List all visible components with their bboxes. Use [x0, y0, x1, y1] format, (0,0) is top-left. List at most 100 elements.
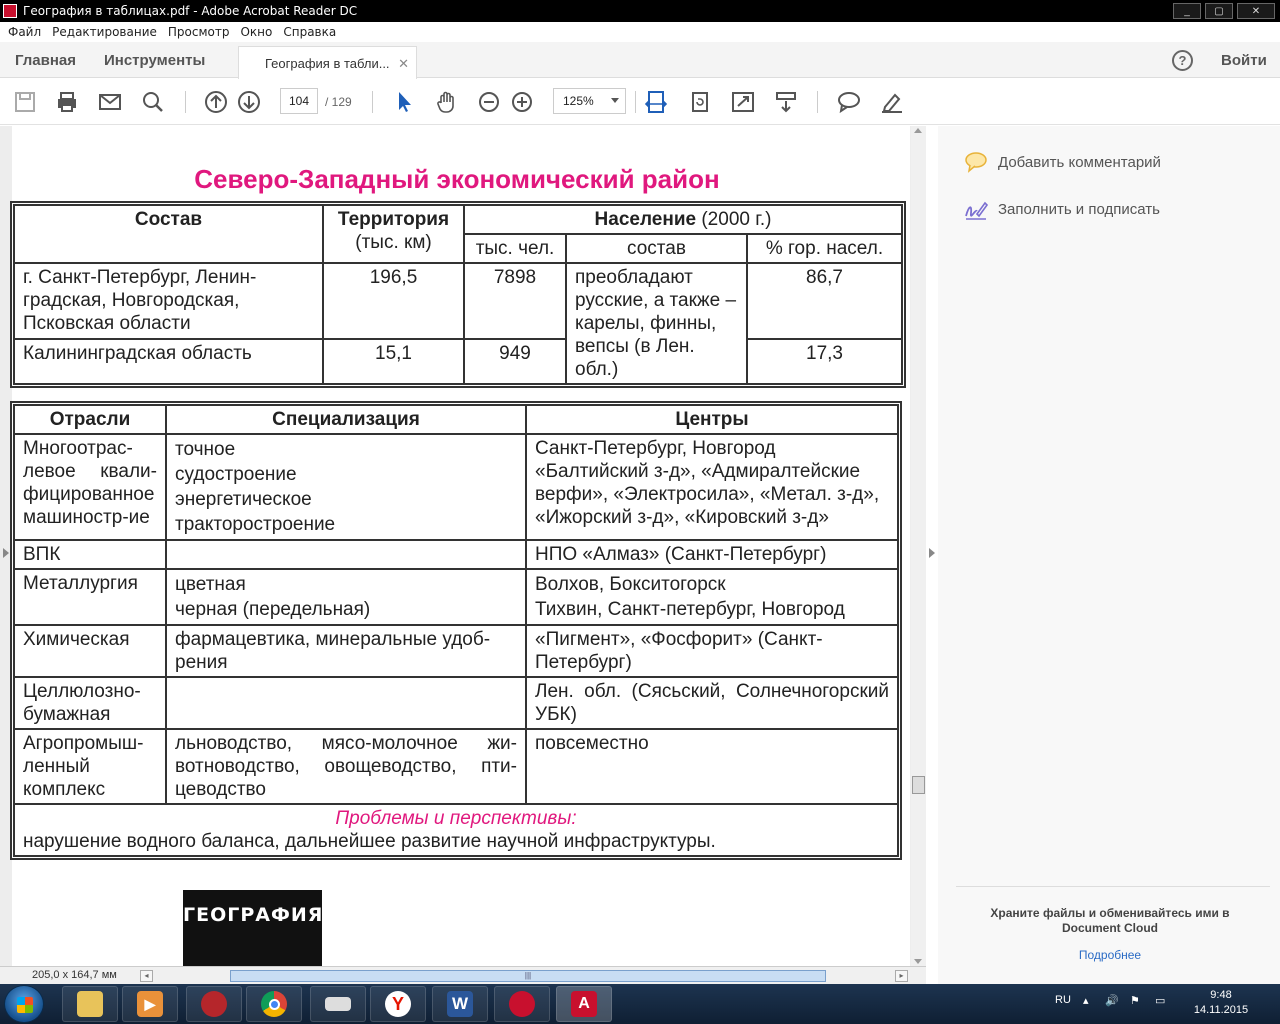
login-button[interactable]: Войти: [1221, 52, 1267, 69]
system-clock[interactable]: 9:48 14.11.2015: [1186, 988, 1256, 1018]
clock-date: 14.11.2015: [1193, 1004, 1249, 1016]
cell-branch: Многоотрас-левое квали-фицированное маши…: [13, 433, 167, 541]
cell-branch: Агропромыш-ленный комплекс: [13, 728, 167, 805]
recorder-icon: [509, 991, 535, 1017]
scanner-icon: [325, 997, 351, 1011]
pdf-file-icon: [3, 4, 17, 18]
menu-help[interactable]: Справка: [283, 25, 336, 39]
word-icon: W: [447, 991, 473, 1017]
taskbar-yandex[interactable]: Y: [370, 986, 426, 1022]
page-dimensions: 205,0 x 164,7 мм: [32, 969, 117, 981]
right-pane-toggle-icon[interactable]: [929, 548, 935, 558]
search-icon[interactable]: [141, 90, 165, 114]
minimize-button[interactable]: _: [1173, 3, 1201, 19]
taskbar-chrome[interactable]: [246, 986, 302, 1022]
th-urban-share: % гор. насел.: [746, 233, 903, 264]
select-cursor-icon[interactable]: [392, 90, 416, 114]
comment-icon[interactable]: [837, 90, 861, 114]
horizontal-scroll-thumb[interactable]: |||: [230, 970, 826, 982]
scroll-right-icon[interactable]: ▸: [895, 970, 908, 982]
zoom-in-icon[interactable]: [510, 90, 534, 114]
start-button[interactable]: [4, 985, 44, 1023]
tab-home[interactable]: Главная: [15, 42, 76, 78]
prev-page-icon[interactable]: [204, 90, 228, 114]
flag-icon[interactable]: ⚑: [1130, 994, 1140, 1007]
th-population-year: (2000 г.): [701, 209, 772, 230]
cell-region-1: г. Санкт-Петербург, Ленин-градская, Новг…: [13, 262, 324, 340]
save-icon[interactable]: [13, 90, 37, 114]
taskbar-word[interactable]: W: [432, 986, 488, 1022]
table-row: Агропромыш-ленный комплекс льноводство, …: [13, 728, 899, 805]
network-icon[interactable]: ▭: [1155, 994, 1165, 1007]
document-viewport[interactable]: Северо-Западный экономический район Сост…: [0, 126, 926, 966]
industry-table: Отрасли Специализация Центры Многоотрас-…: [10, 401, 902, 860]
rotate-page-icon[interactable]: [688, 90, 712, 114]
add-comment-button[interactable]: Добавить комментарий: [964, 150, 1161, 174]
maximize-button[interactable]: ▢: [1205, 3, 1233, 19]
next-page-icon[interactable]: [237, 90, 261, 114]
menu-file[interactable]: Файл: [8, 25, 41, 39]
taskbar-app-bag[interactable]: [186, 986, 242, 1022]
help-icon[interactable]: ?: [1172, 50, 1193, 71]
highlight-pen-icon[interactable]: [880, 90, 904, 114]
close-tab-icon[interactable]: ✕: [398, 56, 409, 72]
toolbar: 104 / 129 125%: [0, 79, 1280, 125]
problems-text: нарушение водного баланса, дальнейшее ра…: [23, 831, 716, 852]
fit-width-icon[interactable]: [644, 90, 668, 114]
vertical-scrollbar[interactable]: [911, 126, 926, 966]
scroll-down-icon[interactable]: [914, 959, 922, 964]
chrome-icon: [261, 991, 287, 1017]
zoom-select[interactable]: 125%: [553, 88, 626, 114]
taskbar-scanner[interactable]: [310, 986, 366, 1022]
scroll-thumb[interactable]: [912, 776, 925, 794]
taskbar-explorer[interactable]: [62, 986, 118, 1022]
cell-spec: [165, 539, 527, 570]
scroll-mode-icon[interactable]: [774, 90, 798, 114]
cell-centers: Лен. обл. (Сясьский, Солнечногорский УБК…: [525, 676, 899, 730]
cell-population-1: 7898: [463, 262, 567, 340]
tab-tools[interactable]: Инструменты: [104, 42, 205, 78]
page-number-input[interactable]: 104: [280, 88, 318, 114]
menu-view[interactable]: Просмотр: [168, 25, 230, 39]
tray-arrow-icon[interactable]: ▴: [1083, 994, 1089, 1007]
tab-document[interactable]: География в табли... ✕: [238, 46, 417, 79]
money-bag-icon: [201, 991, 227, 1017]
taskbar-recorder[interactable]: [494, 986, 550, 1022]
hand-tool-icon[interactable]: [435, 90, 459, 114]
menu-window[interactable]: Окно: [240, 25, 272, 39]
cell-branch: Целлюлозно-бумажная: [13, 676, 167, 730]
scroll-up-icon[interactable]: [914, 128, 922, 133]
folder-icon: [77, 991, 103, 1017]
scroll-left-icon[interactable]: ◂: [140, 970, 153, 982]
media-player-icon: ▶: [137, 991, 163, 1017]
problems-label: Проблемы и перспективы:: [335, 808, 577, 829]
cell-branch: Металлургия: [13, 568, 167, 626]
language-indicator[interactable]: RU: [1055, 994, 1071, 1006]
table-row: Химическая фармацевтика, минеральные удо…: [13, 624, 899, 678]
zoom-out-icon[interactable]: [477, 90, 501, 114]
print-icon[interactable]: [55, 90, 79, 114]
fill-sign-button[interactable]: Заполнить и подписать: [964, 197, 1160, 221]
fullscreen-icon[interactable]: [731, 90, 755, 114]
population-table: Состав Территория (тыс. км) Население (20…: [10, 201, 906, 388]
cell-urban-1: 86,7: [746, 262, 903, 340]
status-bar: 205,0 x 164,7 мм ◂ ||| ▸: [0, 966, 926, 984]
th-population: Население (2000 г.): [463, 204, 903, 235]
email-icon[interactable]: [98, 90, 122, 114]
taskbar-acrobat[interactable]: A: [556, 986, 612, 1022]
th-composition: состав: [565, 233, 748, 264]
window-title: География в таблицах.pdf - Adobe Acrobat…: [23, 4, 358, 18]
th-sostav-label: Состав: [134, 209, 203, 230]
page-title: Северо-Западный экономический район: [194, 164, 720, 194]
taskbar-media-player[interactable]: ▶: [122, 986, 178, 1022]
th-sostav: Состав: [13, 204, 324, 264]
close-button[interactable]: ✕: [1237, 3, 1275, 19]
menu-edit[interactable]: Редактирование: [52, 25, 157, 39]
cell-centers: Санкт-Петербург, Новгород «Балтийский з-…: [525, 433, 899, 541]
cell-spec: [165, 676, 527, 730]
volume-icon[interactable]: 🔊: [1105, 994, 1119, 1007]
left-pane-toggle-icon[interactable]: [3, 548, 9, 558]
cell-composition: преобладают русские, а также – карелы, ф…: [565, 262, 748, 385]
table-row: Многоотрас-левое квали-фицированное маши…: [13, 433, 899, 541]
learn-more-link[interactable]: Подробнее: [968, 948, 1252, 962]
